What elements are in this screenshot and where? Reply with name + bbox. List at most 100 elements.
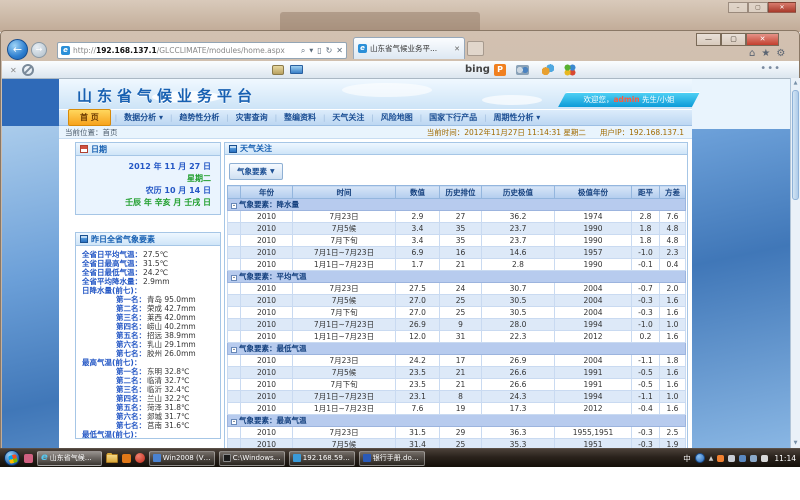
- table-group-row[interactable]: –气象要素：最高气温: [228, 415, 686, 427]
- nav-item-weather-watch[interactable]: 天气关注: [332, 112, 364, 123]
- table-cell: 35: [440, 235, 482, 247]
- table-cell: 2010: [241, 379, 293, 391]
- background-maximize-button[interactable]: ▢: [748, 2, 768, 13]
- scroll-down-icon[interactable]: ▼: [791, 438, 800, 448]
- weather-table: 年份时间数值历史排位历史极值极值年份距平方差–气象要素：降水量20107月23日…: [227, 185, 686, 449]
- tray-app-icon-orange[interactable]: [717, 455, 724, 462]
- tools-gear-icon[interactable]: ⚙: [776, 48, 785, 59]
- pinned-app-icon-2[interactable]: [122, 454, 131, 463]
- nav-item-data-analysis[interactable]: 数据分析 ▾: [124, 112, 163, 123]
- table-cell: 2010: [241, 223, 293, 235]
- nav-item-periodic-analysis[interactable]: 周期性分析 ▾: [493, 112, 540, 123]
- sidebar-stat-line: 全省日最低气温：24.2℃: [76, 268, 220, 277]
- stop-icon[interactable]: ✕: [336, 46, 343, 55]
- app-icon-2[interactable]: [542, 64, 554, 76]
- back-button[interactable]: ←: [7, 39, 28, 60]
- mail-icon[interactable]: [290, 65, 303, 74]
- taskbar-button-2[interactable]: 192.168.59.99...: [289, 451, 355, 466]
- scroll-up-icon[interactable]: ▲: [791, 78, 800, 88]
- nav-item-risk-map[interactable]: 风险地图: [381, 112, 413, 123]
- tray-expand-icon[interactable]: ▲: [709, 455, 714, 462]
- table-cell: 2004: [555, 283, 632, 295]
- table-cell: 27.5: [396, 283, 440, 295]
- nav-item-home[interactable]: 首 页: [68, 109, 111, 126]
- start-button[interactable]: [4, 450, 20, 466]
- tray-display-icon[interactable]: [739, 455, 746, 462]
- stats-body: 全省日平均气温：27.5℃全省日最高气温：31.5℃全省日最低气温：24.2℃全…: [76, 246, 220, 438]
- taskbar-button-3[interactable]: 银行手册.docx ...: [359, 451, 425, 466]
- home-icon[interactable]: ⌂: [749, 48, 755, 59]
- table-cell: 30.5: [482, 307, 555, 319]
- table-cell: 2010: [241, 367, 293, 379]
- sidebar-stat-line: 全省日最高气温：31.5℃: [76, 259, 220, 268]
- element-filter-button[interactable]: 气象要素▼: [229, 163, 283, 180]
- table-cell: -1.0: [632, 247, 660, 259]
- taskbar-clock[interactable]: 11:14: [774, 454, 796, 463]
- new-tab-button[interactable]: [467, 41, 484, 56]
- banner-left-block: [2, 79, 59, 126]
- table-cell: 1.8: [660, 355, 686, 367]
- address-bar[interactable]: e http://192.168.137.1/GLCCLIMATE/module…: [57, 42, 347, 59]
- background-minimize-button[interactable]: –: [728, 2, 748, 13]
- taskbar-button-1[interactable]: C:\Windows\s...: [219, 451, 285, 466]
- nav-item-trend-analysis[interactable]: 趋势性分析: [179, 112, 219, 123]
- tray-volume-icon[interactable]: [761, 455, 768, 462]
- expand-box-icon[interactable]: –: [231, 347, 237, 353]
- pinned-app-icon[interactable]: [24, 454, 33, 463]
- browser-tab[interactable]: e 山东省气候业务平... ✕: [353, 37, 465, 59]
- maximize-button[interactable]: ▢: [721, 33, 746, 46]
- nav-item-national-products[interactable]: 国家下行产品: [429, 112, 477, 123]
- compatibility-view-icon[interactable]: ▯: [317, 46, 321, 55]
- table-cell: 23.5: [396, 379, 440, 391]
- vertical-scrollbar[interactable]: ▲ ▼: [790, 78, 800, 448]
- language-indicator[interactable]: 中: [683, 453, 691, 464]
- table-cell: 2010: [241, 211, 293, 223]
- tab-close-icon[interactable]: ✕: [454, 45, 460, 53]
- dropdown-arrow-icon[interactable]: ▼: [309, 48, 313, 54]
- app-icon-3[interactable]: [564, 64, 576, 76]
- table-group-row[interactable]: –气象要素：最低气温: [228, 343, 686, 355]
- table-group-row[interactable]: –气象要素：降水量: [228, 199, 686, 211]
- snip-icon[interactable]: [272, 65, 284, 75]
- table-cell: 30.5: [482, 295, 555, 307]
- explorer-icon[interactable]: [106, 454, 118, 463]
- taskbar-ie-button[interactable]: e 山东省气候业务平...: [37, 451, 102, 466]
- table-cell: 1月1日~7月23日: [293, 403, 396, 415]
- sidebar-stat-line: 全省日平均气温：27.5℃: [76, 250, 220, 259]
- favorites-star-icon[interactable]: ★: [761, 48, 770, 59]
- expand-box-icon[interactable]: –: [231, 275, 237, 281]
- refresh-icon[interactable]: ↻: [326, 46, 333, 55]
- app-icon-1[interactable]: [516, 65, 529, 75]
- nav-item-compiled-data[interactable]: 整编资料: [284, 112, 316, 123]
- p-badge-icon[interactable]: P: [494, 64, 506, 76]
- more-options-icon[interactable]: •••: [760, 63, 781, 74]
- row-checkbox-cell: [228, 391, 241, 403]
- taskbar-button-0[interactable]: Win2008 (VS2...: [149, 451, 215, 466]
- table-group-row[interactable]: –气象要素：平均气温: [228, 271, 686, 283]
- close-button[interactable]: ✕: [746, 33, 779, 46]
- network-globe-icon[interactable]: [695, 453, 705, 463]
- row-checkbox-cell: [228, 223, 241, 235]
- sidebar-stat-line: 第四名：兰山 32.2℃: [76, 394, 220, 403]
- media-player-icon[interactable]: [135, 453, 145, 463]
- stat-value: 31.5℃: [143, 259, 168, 268]
- minimize-button[interactable]: —: [696, 33, 721, 46]
- row-checkbox-cell: [228, 295, 241, 307]
- table-header-cell: 数值: [396, 186, 440, 199]
- expand-box-icon[interactable]: –: [231, 203, 237, 209]
- bing-logo[interactable]: bing: [465, 64, 490, 75]
- toolbar-close-icon[interactable]: ✕: [10, 66, 17, 75]
- table-cell: 7月下旬: [293, 307, 396, 319]
- scrollbar-thumb[interactable]: [792, 90, 799, 200]
- nav-item-disaster-query[interactable]: 灾害查询: [236, 112, 268, 123]
- forward-button[interactable]: →: [31, 42, 47, 58]
- expand-box-icon[interactable]: –: [231, 419, 237, 425]
- table-cell: -0.3: [632, 427, 660, 439]
- background-close-button[interactable]: ✕: [768, 2, 796, 13]
- stat-value: 24.2℃: [143, 268, 168, 277]
- tray-network-icon[interactable]: [750, 455, 757, 462]
- url-text[interactable]: http://192.168.137.1/GLCCLIMATE/modules/…: [73, 46, 301, 55]
- tray-flag-icon[interactable]: [728, 455, 735, 462]
- sidebar-stat-line: 第三名：莱西 42.0mm: [76, 313, 220, 322]
- search-icon[interactable]: ⌕: [301, 46, 305, 56]
